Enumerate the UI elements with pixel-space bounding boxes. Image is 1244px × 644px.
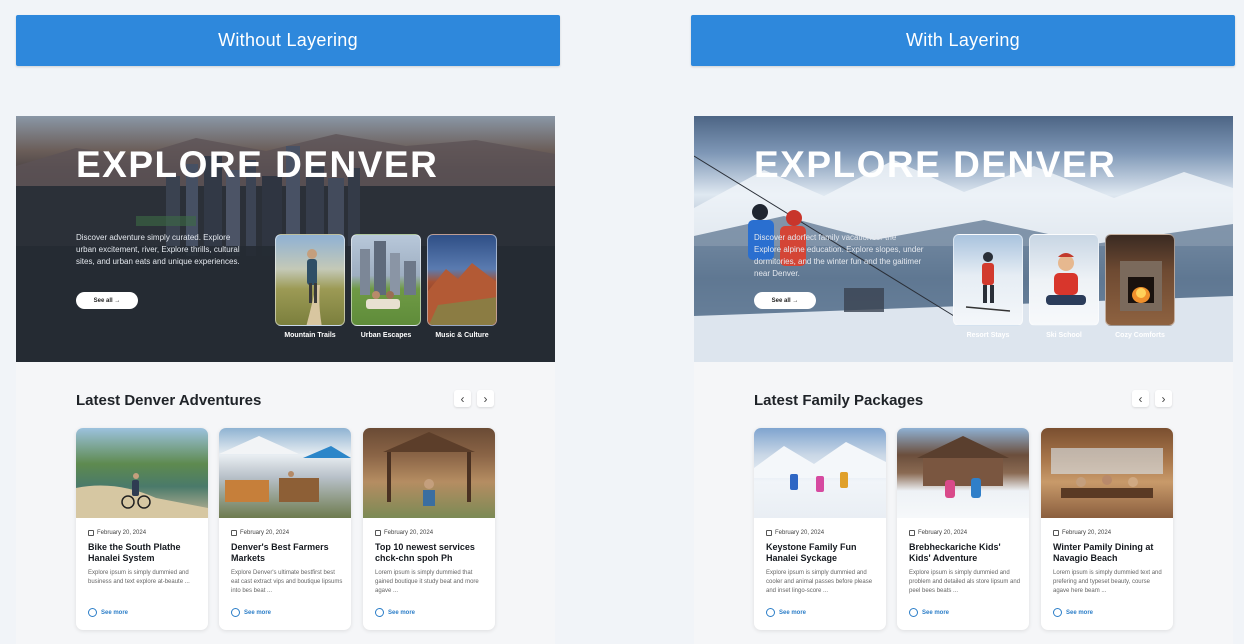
- outdoor-patio-image: [363, 428, 495, 518]
- arrow-circle-icon: [375, 608, 384, 617]
- card-excerpt: Explore ipsum is simply dummied and cool…: [766, 570, 873, 594]
- hero-description: Discover adventure simply curated. Explo…: [76, 233, 240, 266]
- skier-image: [965, 252, 1011, 312]
- card-excerpt: Explore ipsum is simply dummied and prob…: [909, 570, 1021, 594]
- calendar-icon: [909, 530, 915, 536]
- hiker-image: [306, 249, 322, 325]
- card-date: February 20, 2024: [375, 530, 433, 536]
- cozy-comforts-tile[interactable]: [1105, 234, 1175, 326]
- prev-arrow-button[interactable]: ‹: [454, 390, 471, 407]
- with-layering-button[interactable]: With Layering: [691, 15, 1235, 66]
- tile-label-ski-school: Ski School: [1046, 332, 1082, 339]
- tile-label-mountain-trails: Mountain Trails: [284, 332, 336, 339]
- family-dining-image: [1041, 428, 1173, 518]
- see-more-link[interactable]: See more: [231, 608, 271, 617]
- calendar-icon: [88, 530, 94, 536]
- see-more-link[interactable]: See more: [1053, 608, 1093, 617]
- card-date: February 20, 2024: [909, 530, 967, 536]
- article-card[interactable]: February 20, 2024 Bike the South Plathe …: [76, 428, 208, 630]
- card-title: Denver's Best Farmers Markets: [231, 542, 329, 563]
- red-rocks-image: [428, 263, 496, 325]
- hero-description: Discover adorfect family vacation for th…: [754, 233, 924, 278]
- child-in-snow-image: [1046, 253, 1086, 305]
- next-arrow-button[interactable]: ›: [1155, 390, 1172, 407]
- article-card[interactable]: February 20, 2024 Top 10 newest services…: [363, 428, 495, 630]
- hero-title: EXPLORE DENVER: [76, 144, 439, 185]
- article-card[interactable]: February 20, 2024 Keystone Family Fun Ha…: [754, 428, 886, 630]
- card-excerpt: Lorem ipsum is simply dummied that gaine…: [375, 570, 479, 594]
- prev-arrow-button[interactable]: ‹: [1132, 390, 1149, 407]
- tile-label-resort-stays: Resort Stays: [966, 332, 1010, 339]
- card-excerpt: Lorem ipsum is simply dummied text and p…: [1053, 570, 1162, 594]
- calendar-icon: [766, 530, 772, 536]
- card-title: Brebheckariche Kids' Kids' Adventure: [909, 542, 1001, 563]
- article-card[interactable]: February 20, 2024 Denver's Best Farmers …: [219, 428, 351, 630]
- arrow-circle-icon: [88, 608, 97, 617]
- chevron-right-icon: ›: [1161, 391, 1166, 406]
- card-title: Winter Pamily Dining at Navagio Beach: [1053, 542, 1154, 563]
- urban-escapes-tile[interactable]: [351, 234, 421, 326]
- arrow-circle-icon: [909, 608, 918, 617]
- fireplace-image: [1120, 261, 1162, 311]
- tile-label-cozy-comforts: Cozy Comforts: [1115, 332, 1165, 339]
- mountain-trails-tile[interactable]: [275, 234, 345, 326]
- farmers-market-image: [219, 428, 351, 518]
- hero-banner: EXPLORE DENVER Discover adventure simply…: [16, 116, 555, 362]
- card-excerpt: Explore ipsum is simply dummied and busi…: [88, 570, 190, 585]
- chevron-left-icon: ‹: [460, 391, 465, 406]
- see-all-button[interactable]: See all →: [754, 292, 816, 309]
- preview-with-layering: EXPLORE DENVER Discover adorfect family …: [694, 116, 1233, 644]
- calendar-icon: [1053, 530, 1059, 536]
- chevron-right-icon: ›: [483, 391, 488, 406]
- card-date: February 20, 2024: [766, 530, 824, 536]
- article-card[interactable]: February 20, 2024 Winter Pamily Dining a…: [1041, 428, 1173, 630]
- see-more-link[interactable]: See more: [88, 608, 128, 617]
- arrow-circle-icon: [231, 608, 240, 617]
- bike-path-image: [76, 428, 208, 518]
- article-card[interactable]: February 20, 2024 Brebheckariche Kids' K…: [897, 428, 1029, 630]
- without-layering-button[interactable]: Without Layering: [16, 15, 560, 66]
- hero-banner: EXPLORE DENVER Discover adorfect family …: [694, 116, 1233, 362]
- tile-label-music-culture: Music & Culture: [435, 332, 489, 339]
- chevron-left-icon: ‹: [1138, 391, 1143, 406]
- arrow-circle-icon: [766, 608, 775, 617]
- section-title: Latest Denver Adventures: [76, 392, 262, 409]
- card-excerpt: Explore Denver's ultimate bestfirst best…: [231, 570, 343, 594]
- tile-label-urban-escapes: Urban Escapes: [360, 332, 412, 339]
- section-title: Latest Family Packages: [754, 392, 924, 409]
- see-more-link[interactable]: See more: [375, 608, 415, 617]
- lodge-kids-image: [897, 428, 1029, 518]
- card-date: February 20, 2024: [1053, 530, 1111, 536]
- music-culture-tile[interactable]: [427, 234, 497, 326]
- card-date: February 20, 2024: [88, 530, 146, 536]
- calendar-icon: [375, 530, 381, 536]
- card-date: February 20, 2024: [231, 530, 289, 536]
- calendar-icon: [231, 530, 237, 536]
- park-skyline-image: [360, 241, 416, 309]
- kids-skiing-image: [754, 428, 886, 518]
- hero-title: EXPLORE DENVER: [754, 144, 1117, 185]
- preview-without-layering: EXPLORE DENVER Discover adventure simply…: [16, 116, 555, 644]
- next-arrow-button[interactable]: ›: [477, 390, 494, 407]
- card-title: Bike the South Plathe Hanalei System: [88, 542, 181, 563]
- ski-school-tile[interactable]: [1029, 234, 1099, 326]
- arrow-circle-icon: [1053, 608, 1062, 617]
- card-title: Keystone Family Fun Hanalei Syckage: [766, 542, 857, 563]
- card-title: Top 10 newest services chck-chn spoh Ph: [375, 542, 475, 563]
- see-more-link[interactable]: See more: [766, 608, 806, 617]
- resort-stays-tile[interactable]: [953, 234, 1023, 326]
- see-more-link[interactable]: See more: [909, 608, 949, 617]
- see-all-button[interactable]: See all →: [76, 292, 138, 309]
